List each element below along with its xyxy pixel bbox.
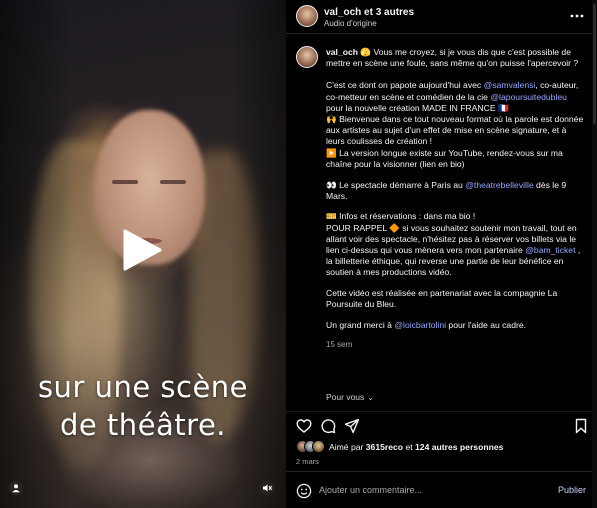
for-you-label: Pour vous — [326, 392, 365, 402]
mention-link[interactable]: @bam_ticket — [525, 245, 575, 255]
play-icon[interactable] — [121, 228, 163, 272]
chevron-down-icon: ⌄ — [367, 393, 374, 402]
mention-link[interactable]: @loicbartolini — [394, 320, 446, 330]
caption-paragraph: 🎫 Infos et réservations : dans ma bio ! … — [326, 211, 584, 278]
comment-input[interactable] — [319, 481, 529, 499]
caption-text-span: 🫣 Vous me croyez, si je vous dis que c'e… — [326, 47, 579, 69]
scrollbar-thumb[interactable] — [593, 4, 596, 124]
speaker-muted-icon[interactable] — [259, 480, 275, 496]
mention-link[interactable]: @lapoursuitedubleu — [490, 92, 567, 102]
caption-text-span: pour la nouvelle création MADE IN FRANCE… — [326, 102, 509, 113]
caption-text-span: 👀 Le spectacle démarre à Paris au — [326, 179, 466, 190]
coauthors-label[interactable]: et 3 autres — [361, 7, 414, 18]
caption-paragraph: 👀 Le spectacle démarre à Paris au @theat… — [326, 180, 584, 202]
avatar[interactable] — [296, 46, 318, 68]
caption-area: val_och 🫣 Vous me croyez, si je vous dis… — [286, 34, 597, 396]
likes-prefix: Aimé par — [329, 442, 366, 452]
caption-text-span: 🎫 Infos et réservations : dans ma bio ! — [326, 211, 476, 222]
caption-text-span: pour l'aide au cadre. — [446, 320, 527, 331]
emoji-icon[interactable] — [296, 483, 312, 499]
caption-text-span: Cette vidéo est réalisée en partenariat … — [326, 288, 558, 310]
send-icon[interactable] — [344, 418, 360, 434]
post-author[interactable]: val_och et 3 autres — [324, 7, 414, 18]
likes-middle: et — [403, 442, 416, 452]
reel-video[interactable]: sur une scène de théâtre. — [0, 0, 286, 508]
likes-others-link[interactable]: 124 autres personnes — [415, 442, 503, 452]
caption-text-span: Un grand merci à — [326, 320, 395, 331]
likes-text: Aimé par 3615reco et 124 autres personne… — [329, 442, 503, 452]
audio-label[interactable]: Audio d'origine — [324, 19, 377, 28]
bookmark-icon[interactable] — [573, 418, 589, 434]
avatar — [312, 440, 325, 453]
caption-paragraph: C'est ce dont on papote aujourd'hui avec… — [326, 80, 584, 170]
mention-link[interactable]: @theatrebelleville — [465, 180, 533, 190]
caption-paragraph: Cette vidéo est réalisée en partenariat … — [326, 288, 584, 310]
caption-text-span: C'est ce dont on papote aujourd'hui avec — [326, 80, 484, 91]
comment-icon[interactable] — [320, 418, 336, 434]
user-icon[interactable] — [8, 480, 24, 496]
video-subtitle-line-2: de théâtre. — [59, 408, 227, 442]
post-panel: val_och et 3 autres Audio d'origine val_… — [286, 0, 597, 508]
scrollbar[interactable] — [592, 0, 597, 508]
caption-text: val_och 🫣 Vous me croyez, si je vous dis… — [326, 47, 584, 350]
caption-author[interactable]: val_och — [326, 47, 358, 57]
action-bar — [286, 411, 597, 437]
caption-paragraph: Un grand merci à @loicbartolini pour l'a… — [326, 320, 584, 331]
more-horizontal-icon[interactable] — [569, 8, 585, 24]
caption-text-span: ▶️ La version longue existe sur YouTube,… — [326, 147, 563, 169]
author-username[interactable]: val_och — [324, 7, 361, 18]
post-header: val_och et 3 autres Audio d'origine — [286, 0, 597, 34]
mention-link[interactable]: @samvalensi — [484, 80, 536, 90]
post-date: 2 mars — [296, 457, 319, 466]
liker-username[interactable]: 3615reco — [366, 442, 403, 452]
publish-button[interactable]: Publier — [558, 485, 586, 495]
avatar[interactable] — [296, 5, 318, 27]
caption-text-span: 🙌 Bienvenue dans ce tout nouveau format … — [326, 114, 584, 147]
heart-icon[interactable] — [296, 418, 312, 434]
for-you-toggle[interactable]: Pour vous ⌄ — [326, 392, 374, 402]
caption-paragraph: val_och 🫣 Vous me croyez, si je vous dis… — [326, 47, 584, 69]
video-subtitle-line-1: sur une scène — [37, 370, 249, 404]
comment-bar: Publier — [286, 471, 597, 508]
caption-timestamp: 15 sem — [326, 339, 353, 349]
